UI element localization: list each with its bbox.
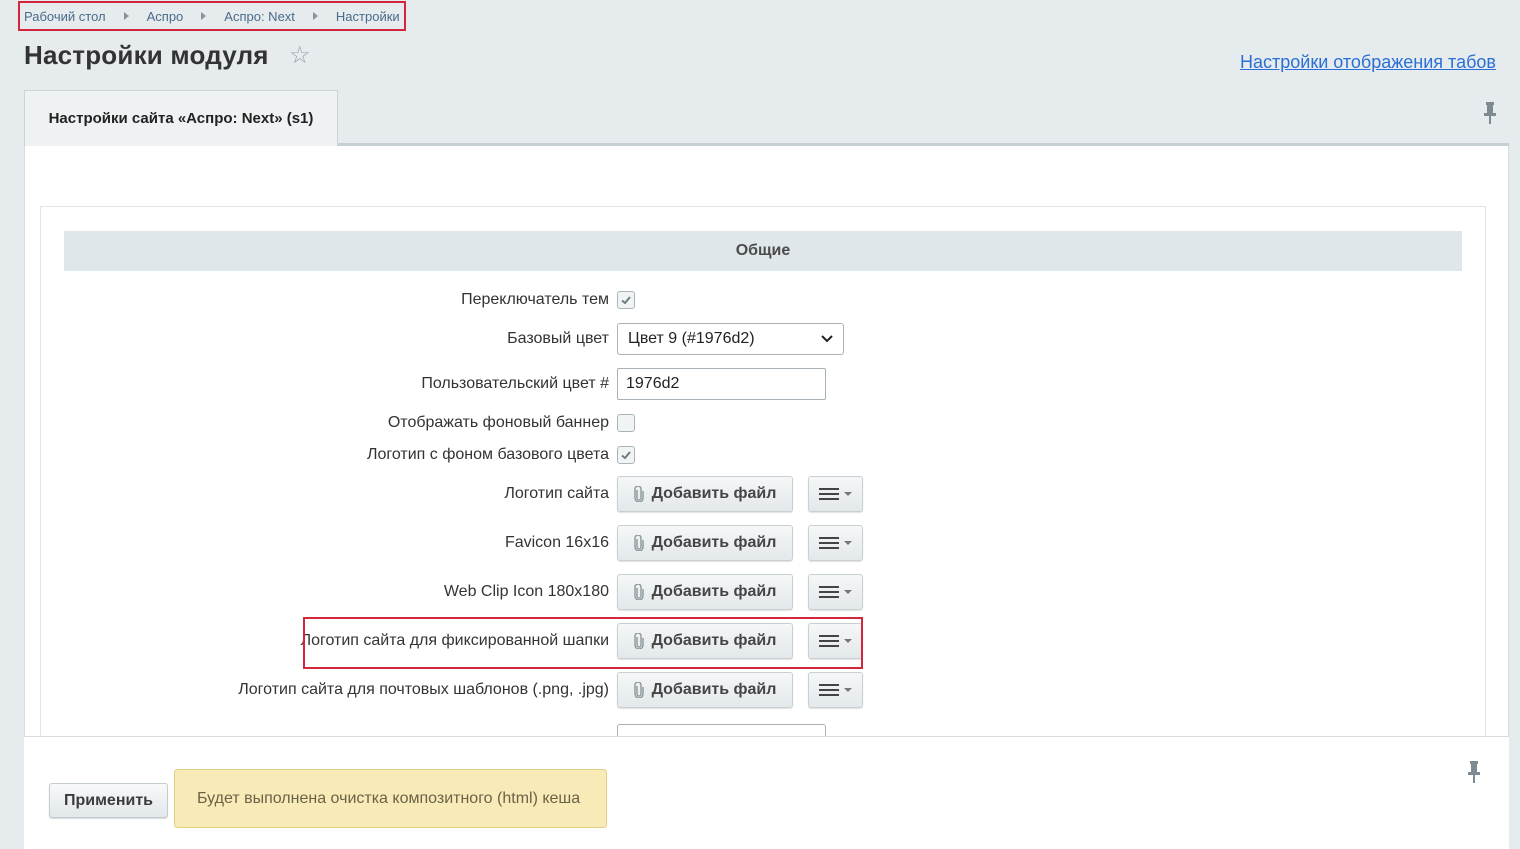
base-color-value: Цвет 9 (#1976d2) <box>628 330 755 347</box>
section-header-general: Общие <box>64 231 1462 271</box>
menu-icon <box>818 586 852 598</box>
tab-display-settings-link[interactable]: Настройки отображения табов <box>1240 52 1496 73</box>
check-icon <box>621 296 631 305</box>
field-row-base-color: Базовый цвет Цвет 9 (#1976d2) <box>41 322 1485 356</box>
bg-banner-checkbox[interactable] <box>617 414 635 432</box>
field-row-custom-color: Пользовательский цвет # 1976d2 <box>41 367 1485 401</box>
pin-icon[interactable] <box>1483 102 1497 129</box>
paperclip-icon <box>633 486 644 502</box>
custom-color-input[interactable]: 1976d2 <box>617 368 826 400</box>
pin-icon[interactable] <box>1467 761 1481 788</box>
file-menu-button[interactable] <box>808 525 863 561</box>
check-icon <box>621 451 631 460</box>
paperclip-icon <box>633 535 644 551</box>
chevron-down-icon <box>821 335 833 343</box>
settings-form: Общие Переключатель тем Базовый цвет Цве… <box>40 206 1486 736</box>
field-label: Favicon 16x16 <box>504 534 609 551</box>
breadcrumb-item-aspro-next[interactable]: Аспро: Next <box>224 9 295 24</box>
base-color-select[interactable]: Цвет 9 (#1976d2) <box>617 323 844 355</box>
cache-notice: Будет выполнена очистка композитного (ht… <box>174 769 607 828</box>
tab-strip: Настройки сайта «Аспро: Next» (s1) <box>24 90 1509 146</box>
add-file-button[interactable]: Добавить файл <box>617 574 793 610</box>
file-menu-button[interactable] <box>808 672 863 708</box>
file-menu-button[interactable] <box>808 574 863 610</box>
add-file-label: Добавить файл <box>651 681 777 698</box>
breadcrumb-item-settings[interactable]: Настройки <box>336 9 400 24</box>
theme-switcher-checkbox[interactable] <box>617 291 635 309</box>
field-row-bg-banner: Отображать фоновый баннер <box>41 406 1485 440</box>
breadcrumb: Рабочий стол Аспро Аспро: Next Настройки <box>18 1 406 31</box>
breadcrumb-item-aspro[interactable]: Аспро <box>147 9 184 24</box>
field-label: Отображать фоновый баннер <box>387 414 609 431</box>
add-file-button[interactable]: Добавить файл <box>617 476 793 512</box>
field-row-theme-switcher: Переключатель тем <box>41 283 1485 317</box>
file-menu-button[interactable] <box>808 476 863 512</box>
highlight-box <box>303 617 863 669</box>
next-field-partial[interactable] <box>617 724 826 736</box>
apply-button[interactable]: Применить <box>49 783 168 818</box>
menu-icon <box>818 684 852 696</box>
add-file-button[interactable]: Добавить файл <box>617 525 793 561</box>
field-row-logo-bg: Логотип с фоном базового цвета <box>41 438 1485 472</box>
breadcrumb-separator-icon <box>312 12 318 20</box>
footer-bar: Применить Будет выполнена очистка композ… <box>24 736 1509 849</box>
menu-icon <box>818 488 852 500</box>
menu-icon <box>818 537 852 549</box>
field-label: Пользовательский цвет # <box>421 375 609 392</box>
add-file-label: Добавить файл <box>651 583 777 600</box>
tab-label: Настройки сайта «Аспро: Next» (s1) <box>48 110 314 127</box>
field-row-mail-logo: Логотип сайта для почтовых шаблонов (.pn… <box>41 672 1485 708</box>
field-row-webclip: Web Clip Icon 180x180 Добавить файл <box>41 574 1485 610</box>
field-label: Базовый цвет <box>507 330 609 347</box>
logo-bg-checkbox[interactable] <box>617 446 635 464</box>
breadcrumb-separator-icon <box>201 12 207 20</box>
breadcrumb-item-desktop[interactable]: Рабочий стол <box>24 9 106 24</box>
field-label: Переключатель тем <box>461 291 609 308</box>
field-label: Логотип с фоном базового цвета <box>366 446 609 463</box>
field-row-site-logo: Логотип сайта Добавить файл <box>41 476 1485 512</box>
paperclip-icon <box>633 682 644 698</box>
page-title: Настройки модуля <box>24 40 269 70</box>
field-row-favicon: Favicon 16x16 Добавить файл <box>41 525 1485 561</box>
paperclip-icon <box>633 584 644 600</box>
breadcrumb-separator-icon <box>123 12 129 20</box>
add-file-label: Добавить файл <box>651 534 777 551</box>
star-icon[interactable]: ☆ <box>289 44 311 68</box>
add-file-label: Добавить файл <box>651 485 777 502</box>
settings-panel: Общие Переключатель тем Базовый цвет Цве… <box>24 146 1509 736</box>
field-label: Логотип сайта для почтовых шаблонов (.pn… <box>238 681 609 698</box>
field-label: Web Clip Icon 180x180 <box>443 583 609 600</box>
add-file-button[interactable]: Добавить файл <box>617 672 793 708</box>
tab-site-settings[interactable]: Настройки сайта «Аспро: Next» (s1) <box>24 90 338 146</box>
field-label: Логотип сайта <box>504 485 609 502</box>
